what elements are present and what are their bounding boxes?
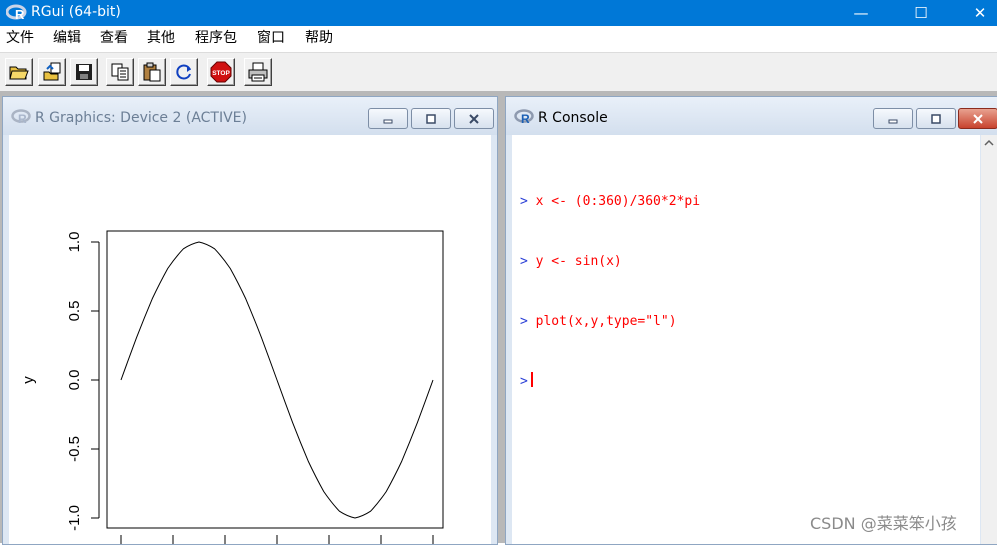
graphics-window: R R Graphics: Device 2 (ACTIVE) y -1.0 -0… — [2, 96, 498, 545]
watermark: CSDN @菜菜笨小孩 — [810, 514, 957, 533]
console-command: y <- sin(x) — [535, 254, 622, 269]
app-title: RGui (64-bit) — [31, 4, 121, 20]
toolbar: STOP — [0, 52, 997, 91]
console-window-title: R Console — [538, 110, 608, 126]
refresh-button[interactable] — [170, 58, 198, 86]
graphics-window-title: R Graphics: Device 2 (ACTIVE) — [35, 110, 247, 126]
copy-icon — [111, 63, 129, 81]
maximize-button[interactable]: ☐ — [898, 0, 944, 26]
app-titlebar: R RGui (64-bit) — ☐ ✕ — [0, 0, 997, 26]
menu-misc[interactable]: 其他 — [147, 29, 175, 47]
stop-label: STOP — [212, 70, 230, 77]
close-icon — [973, 113, 983, 124]
restore-icon — [931, 113, 941, 124]
svg-text:R: R — [15, 7, 25, 22]
console-command: plot(x,y,type="l") — [535, 314, 677, 329]
plot-area: y -1.0 -0.5 0.0 0.5 1.0 — [9, 135, 491, 544]
series-line — [120, 241, 434, 519]
graphics-restore-button[interactable] — [411, 108, 451, 129]
print-button[interactable] — [244, 58, 272, 86]
y-tick-label: 0.5 — [66, 301, 83, 322]
menu-edit[interactable]: 编辑 — [53, 29, 81, 47]
graphics-window-titlebar[interactable]: R R Graphics: Device 2 (ACTIVE) — [3, 97, 497, 135]
console-prompt: > — [520, 194, 528, 209]
console-line: > x <- (0:360)/360*2*pi — [520, 192, 700, 212]
text-cursor — [530, 372, 533, 387]
minimize-icon — [383, 119, 393, 123]
plot-box — [106, 230, 444, 529]
stop-button[interactable]: STOP — [207, 58, 235, 86]
console-line: > plot(x,y,type="l") — [520, 312, 700, 332]
paste-button[interactable] — [138, 58, 166, 86]
minimize-icon — [888, 119, 898, 123]
console-scrollbar[interactable] — [981, 135, 997, 544]
menu-packages[interactable]: 程序包 — [195, 29, 237, 47]
menu-view[interactable]: 查看 — [100, 29, 128, 47]
save-icon — [76, 64, 92, 80]
svg-text:R: R — [18, 112, 27, 126]
paste-icon — [143, 62, 161, 82]
y-tick-label: -1.0 — [66, 505, 83, 531]
r-logo-icon: R — [514, 109, 534, 126]
y-tick-label: 0.0 — [66, 370, 83, 391]
sine-plot: y -1.0 -0.5 0.0 0.5 1.0 — [20, 230, 444, 544]
minimize-button[interactable]: — — [838, 0, 884, 26]
open-script-button[interactable] — [5, 58, 33, 86]
console-minimize-button[interactable] — [873, 108, 913, 129]
console-command: x <- (0:360)/360*2*pi — [535, 194, 701, 209]
r-logo-icon: R — [11, 109, 31, 126]
svg-text:R: R — [521, 112, 530, 126]
console-line: > — [520, 372, 700, 392]
restore-icon — [426, 113, 436, 124]
r-app-icon: R — [6, 4, 27, 22]
graphics-close-button[interactable] — [454, 108, 494, 129]
load-workspace-button[interactable] — [38, 58, 66, 86]
console-window: R R Console > x <- (0:360)/360*2*pi > y … — [505, 96, 997, 545]
menu-bar: 文件 编辑 查看 其他 程序包 窗口 帮助 — [0, 26, 997, 50]
console-line: > y <- sin(x) — [520, 252, 700, 272]
y-axis: -1.0 -0.5 0.0 0.5 1.0 — [66, 232, 100, 531]
menu-help[interactable]: 帮助 — [305, 29, 333, 47]
console-prompt: > — [520, 314, 528, 329]
close-button[interactable]: ✕ — [957, 0, 997, 26]
load-workspace-icon — [43, 62, 61, 81]
close-icon — [469, 113, 479, 124]
y-axis-label: y — [20, 376, 37, 384]
y-tick-label: 1.0 — [66, 232, 83, 253]
scroll-up-arrow-icon[interactable] — [984, 139, 994, 147]
y-tick-label: -0.5 — [66, 436, 83, 462]
stop-icon: STOP — [210, 61, 232, 83]
menu-file[interactable]: 文件 — [6, 29, 34, 47]
open-script-icon — [9, 66, 29, 80]
copy-button[interactable] — [106, 58, 134, 86]
console-prompt: > — [520, 254, 528, 269]
refresh-icon — [176, 64, 191, 80]
console-output[interactable]: > x <- (0:360)/360*2*pi > y <- sin(x) > … — [512, 135, 980, 544]
console-lines: > x <- (0:360)/360*2*pi > y <- sin(x) > … — [520, 152, 700, 432]
console-restore-button[interactable] — [916, 108, 956, 129]
graphics-minimize-button[interactable] — [368, 108, 408, 129]
print-icon — [248, 62, 268, 82]
save-workspace-button[interactable] — [70, 58, 98, 86]
console-close-button[interactable] — [958, 108, 997, 129]
menu-windows[interactable]: 窗口 — [257, 29, 285, 47]
console-window-titlebar[interactable]: R R Console — [506, 97, 997, 135]
console-prompt: > — [520, 374, 528, 389]
